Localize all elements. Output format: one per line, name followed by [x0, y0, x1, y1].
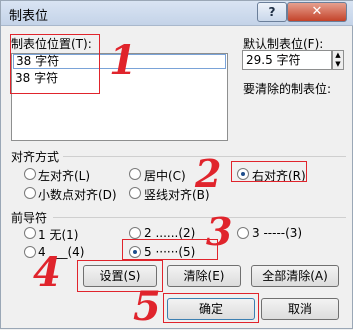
radio-leader-dashes-label[interactable]: 3 -----(3): [252, 226, 302, 240]
radio-leader-none-label[interactable]: 1 无(1): [38, 226, 78, 243]
annotation-box-5: [163, 293, 259, 323]
radio-left-align-label[interactable]: 左对齐(L): [38, 167, 90, 184]
radio-left-align[interactable]: [24, 168, 36, 180]
tabs-dialog: 制表位 ? ✕ 制表位位置(T): 38 字符 38 字符 默认制表位(F): …: [0, 0, 353, 330]
radio-bar-align[interactable]: [129, 187, 141, 199]
clear-button[interactable]: 清除(E): [167, 265, 241, 287]
annotation-number-5: 5: [133, 283, 161, 330]
cancel-button[interactable]: 取消: [261, 298, 339, 320]
window-title: 制表位: [9, 9, 49, 24]
leader-separator: [53, 217, 346, 218]
annotation-number-1: 1: [109, 37, 137, 84]
radio-center-align-label[interactable]: 居中(C): [144, 167, 186, 184]
annotation-number-4: 4: [33, 249, 61, 296]
leader-group-label: 前导符: [11, 211, 48, 225]
radio-decimal-align[interactable]: [24, 187, 36, 199]
clear-all-button[interactable]: 全部清除(A): [251, 265, 339, 287]
close-button[interactable]: ✕: [287, 2, 347, 22]
radio-leader-dots-label[interactable]: 2 ......(2): [144, 226, 195, 240]
radio-leader-none[interactable]: [24, 227, 36, 239]
help-button[interactable]: ?: [257, 2, 287, 22]
radio-leader-dots[interactable]: [129, 227, 141, 239]
radio-center-align[interactable]: [129, 168, 141, 180]
tabs-to-clear-label: 要清除的制表位:: [243, 82, 332, 96]
radio-leader-dashes[interactable]: [237, 227, 249, 239]
annotation-box-2: [231, 161, 307, 182]
annotation-box-3: [122, 239, 218, 260]
annotation-box-1: [10, 34, 100, 94]
default-tab-input[interactable]: 29.5 字符: [242, 50, 332, 70]
annotation-number-2: 2: [195, 151, 222, 196]
alignment-group-label: 对齐方式: [11, 150, 60, 164]
default-tab-spinner[interactable]: ▲ ▼: [332, 50, 344, 70]
annotation-number-3: 3: [206, 209, 233, 254]
radio-decimal-align-label[interactable]: 小数点对齐(D): [38, 186, 117, 203]
title-bar: 制表位 ? ✕: [1, 1, 353, 26]
